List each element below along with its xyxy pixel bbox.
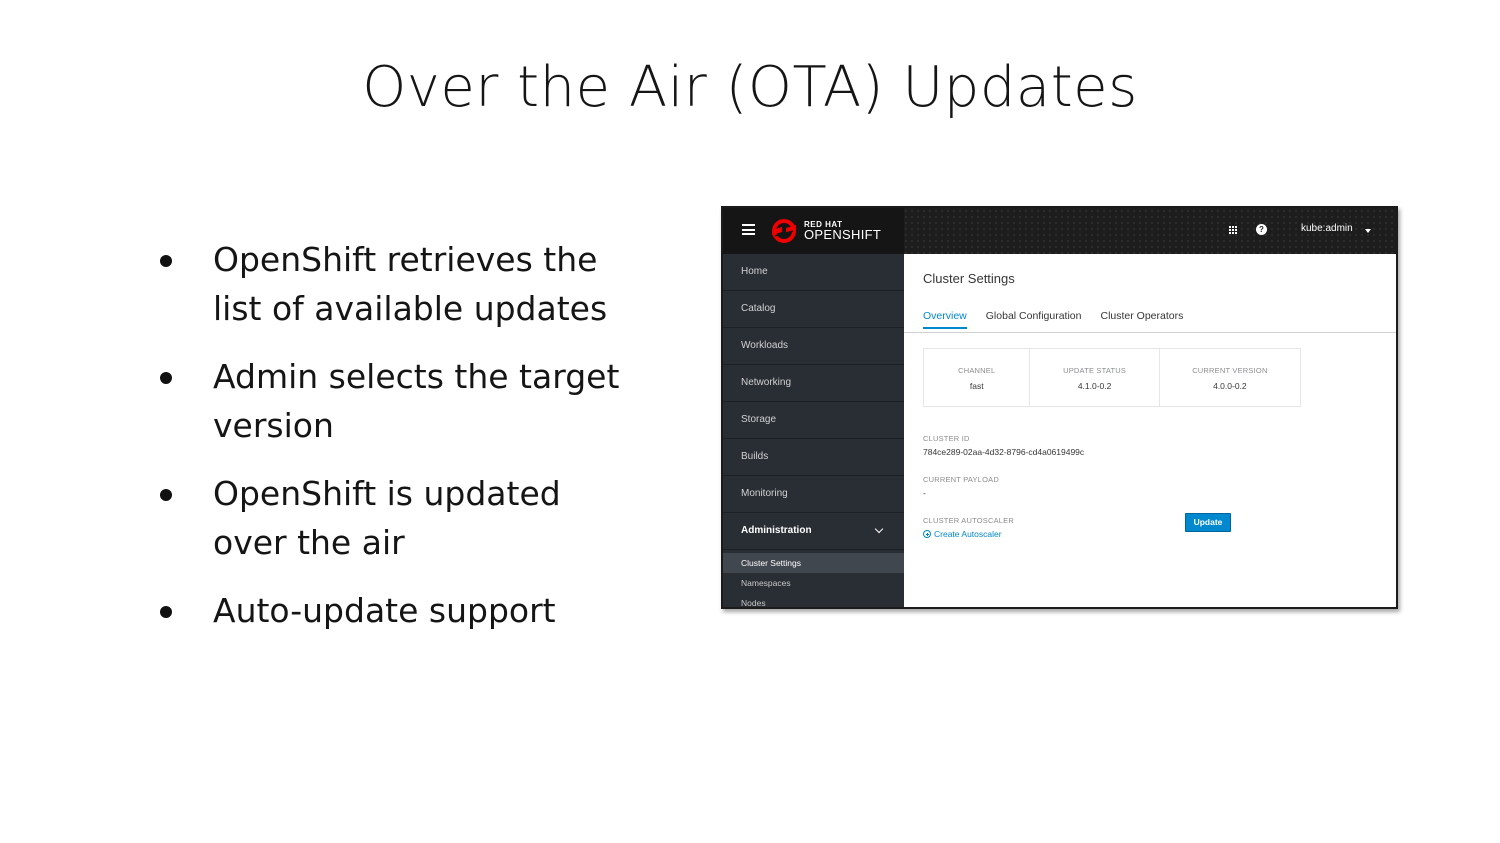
nav-item-home[interactable]: Home xyxy=(723,254,904,291)
create-autoscaler-text: Create Autoscaler xyxy=(934,529,1002,539)
current-version-value: 4.0.0-0.2 xyxy=(1213,381,1247,391)
bullet-text: Auto-update support xyxy=(213,591,556,630)
bullet-item: Admin selects the target version xyxy=(150,352,670,450)
masthead-brand-area: RED HAT OPENSHIFT xyxy=(723,208,904,254)
bullet-dot-icon xyxy=(160,606,172,618)
nav-item-builds[interactable]: Builds xyxy=(723,439,904,476)
app-launcher-icon[interactable] xyxy=(1229,226,1239,236)
bullet-dot-icon xyxy=(160,255,172,267)
current-version-label: CURRENT VERSION xyxy=(1192,366,1268,375)
current-payload-value: - xyxy=(923,488,926,498)
create-autoscaler-link[interactable]: Create Autoscaler xyxy=(923,529,1014,539)
administration-subnav: Cluster Settings Namespaces Nodes xyxy=(723,550,904,607)
summary-current-version: CURRENT VERSION 4.0.0-0.2 xyxy=(1160,349,1300,406)
tab-overview[interactable]: Overview xyxy=(923,310,967,329)
cluster-summary-card: CHANNEL fast UPDATE STATUS 4.1.0-0.2 CUR… xyxy=(923,348,1301,407)
slide-title: Over the Air (OTA) Updates xyxy=(362,55,1138,120)
main-content: Cluster Settings Overview Global Configu… xyxy=(904,254,1396,607)
caret-down-icon[interactable] xyxy=(1365,229,1371,233)
current-payload-label: CURRENT PAYLOAD xyxy=(923,475,999,484)
masthead: RED HAT OPENSHIFT ? kube:admin xyxy=(723,208,1396,254)
bullet-dot-icon xyxy=(160,489,172,501)
update-status-value: 4.1.0-0.2 xyxy=(1077,381,1112,391)
page-title: Cluster Settings xyxy=(923,271,1015,286)
bullet-item: OpenShift is updated over the air xyxy=(150,469,670,567)
sidebar-nav: Home Catalog Workloads Networking Storag… xyxy=(723,254,904,607)
bullet-text: OpenShift is updated over the air xyxy=(213,474,561,562)
summary-channel: CHANNEL fast xyxy=(924,349,1031,406)
update-button[interactable]: Update xyxy=(1185,513,1231,532)
subnav-item-cluster-settings[interactable]: Cluster Settings xyxy=(723,553,904,573)
user-menu[interactable]: kube:admin xyxy=(1301,223,1353,234)
tab-bar: Overview Global Configuration Cluster Op… xyxy=(923,310,1202,329)
cluster-id-label: CLUSTER ID xyxy=(923,434,970,443)
plus-circle-icon xyxy=(923,530,931,538)
bullet-list: OpenShift retrieves the list of availabl… xyxy=(150,235,670,654)
console-screenshot: RED HAT OPENSHIFT ? kube:admin Home Cata… xyxy=(721,206,1398,609)
tab-divider xyxy=(904,332,1396,333)
bullet-item: Auto-update support xyxy=(150,586,670,635)
tab-cluster-operators[interactable]: Cluster Operators xyxy=(1101,310,1184,328)
tab-global-configuration[interactable]: Global Configuration xyxy=(986,310,1082,328)
nav-item-workloads[interactable]: Workloads xyxy=(723,328,904,365)
nav-item-networking[interactable]: Networking xyxy=(723,365,904,402)
bullet-dot-icon xyxy=(160,372,172,384)
nav-item-catalog[interactable]: Catalog xyxy=(723,291,904,328)
help-icon[interactable]: ? xyxy=(1256,224,1267,235)
bullet-text: Admin selects the target version xyxy=(213,357,620,445)
hamburger-menu-icon[interactable] xyxy=(742,224,755,235)
cluster-id-value: 784ce289-02aa-4d32-8796-cd4a0619499c xyxy=(923,447,1085,457)
summary-update-status: UPDATE STATUS 4.1.0-0.2 xyxy=(1030,349,1160,406)
bullet-item: OpenShift retrieves the list of availabl… xyxy=(150,235,670,333)
cluster-autoscaler-section: CLUSTER AUTOSCALER Create Autoscaler xyxy=(923,516,1014,539)
red-hat-logo-icon xyxy=(772,219,796,243)
chevron-down-icon xyxy=(874,524,884,534)
nav-item-storage[interactable]: Storage xyxy=(723,402,904,439)
current-payload-section: CURRENT PAYLOAD - xyxy=(923,475,999,498)
nav-item-administration[interactable]: Administration xyxy=(723,513,904,550)
subnav-item-nodes[interactable]: Nodes xyxy=(723,593,904,607)
channel-label: CHANNEL xyxy=(958,366,996,375)
channel-value: fast xyxy=(969,381,984,391)
brand-main-text: OPENSHIFT xyxy=(804,227,882,242)
bullet-text: OpenShift retrieves the list of availabl… xyxy=(213,240,608,328)
nav-item-monitoring[interactable]: Monitoring xyxy=(723,476,904,513)
cluster-id-section: CLUSTER ID 784ce289-02aa-4d32-8796-cd4a0… xyxy=(923,434,1084,457)
cluster-autoscaler-label: CLUSTER AUTOSCALER xyxy=(923,516,1014,525)
nav-item-label: Administration xyxy=(741,525,812,536)
update-status-label: UPDATE STATUS xyxy=(1063,366,1127,375)
subnav-item-namespaces[interactable]: Namespaces xyxy=(723,573,904,593)
